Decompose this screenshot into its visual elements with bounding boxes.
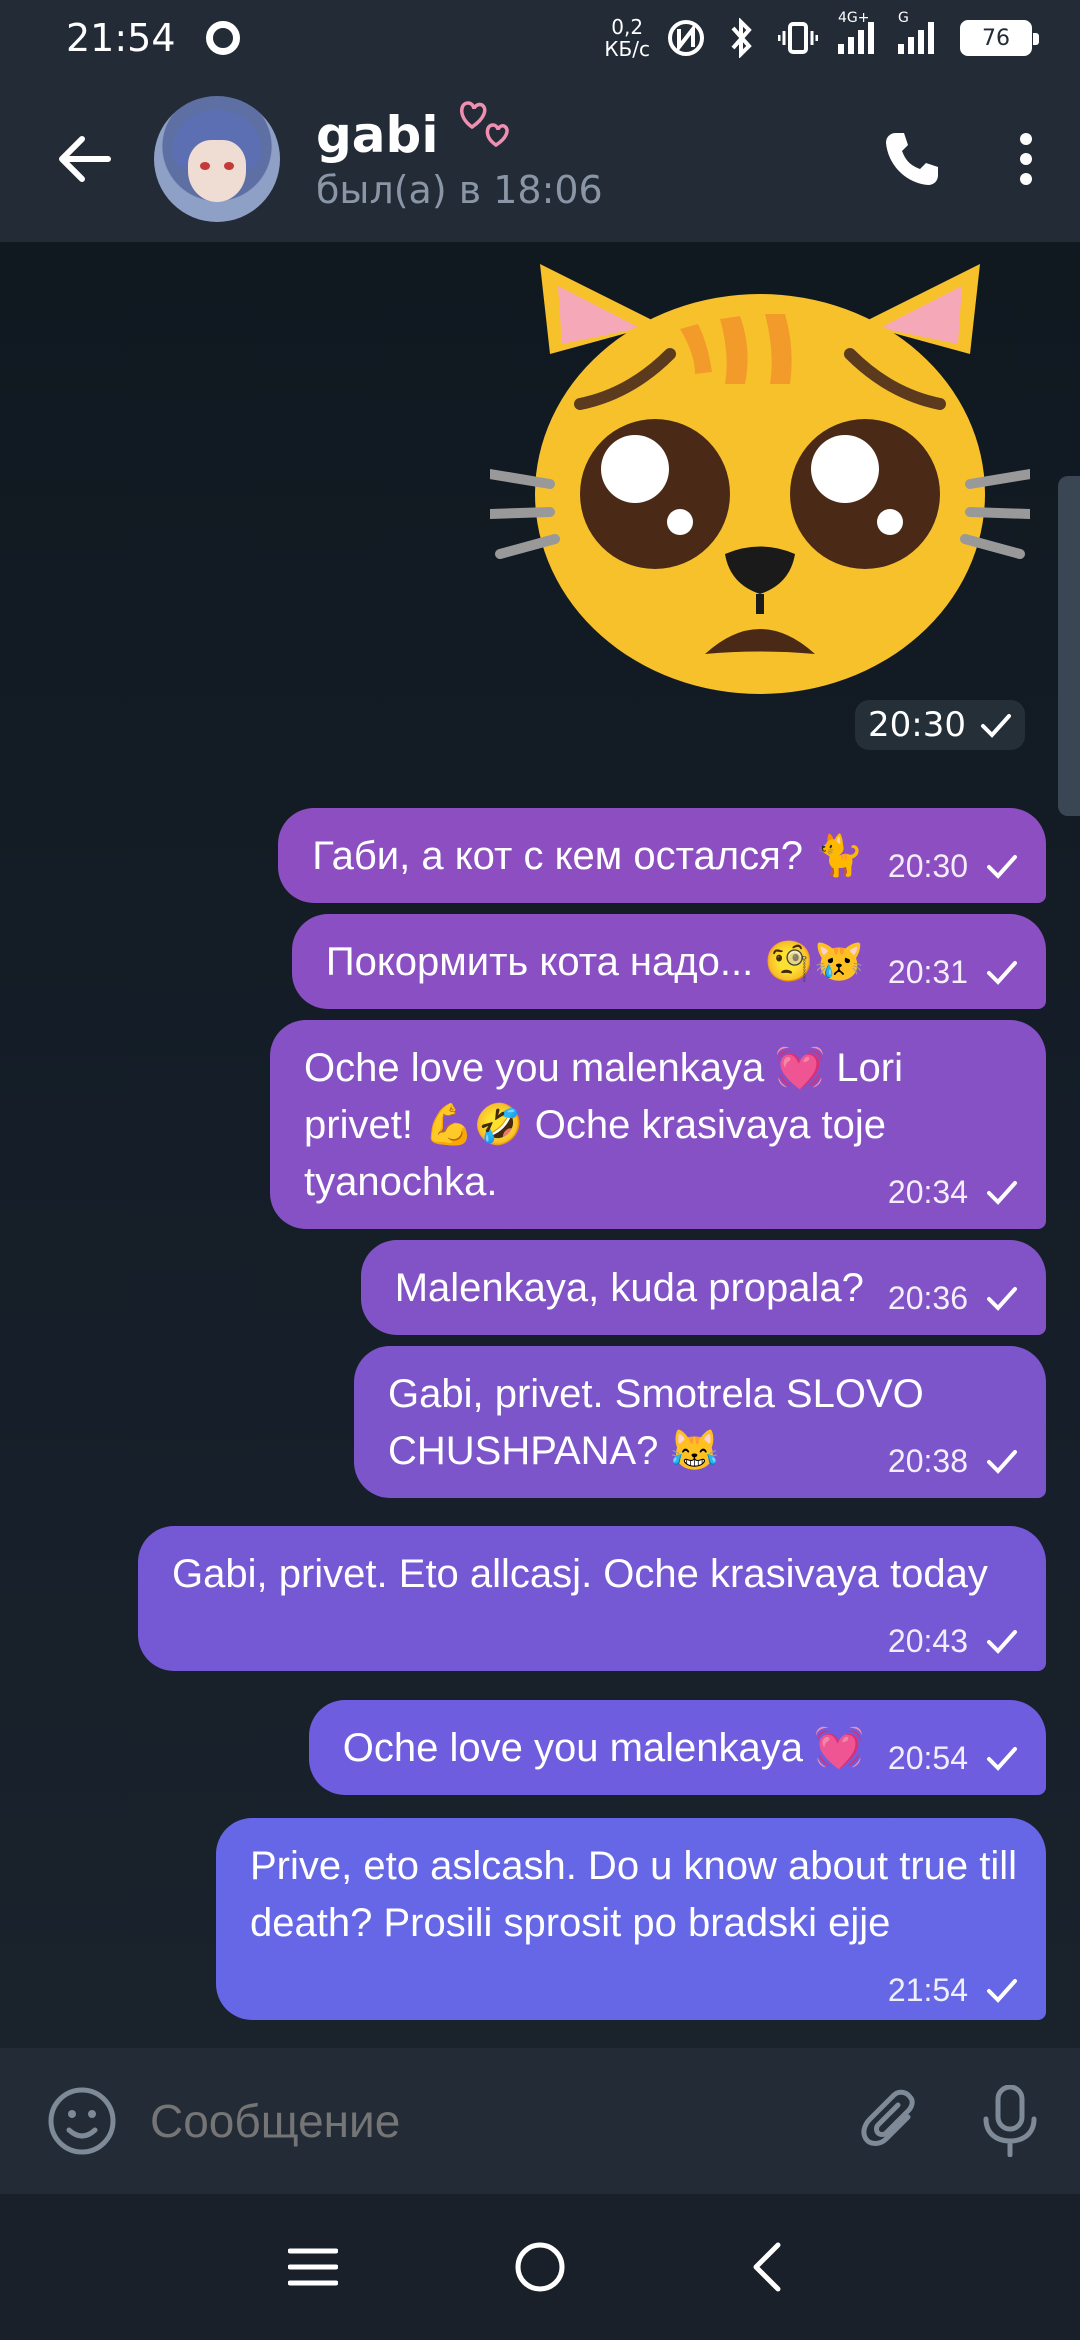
message-bubble[interactable]: Gabi, privet. Smotrela SLOVO CHUSHPANA? … [354, 1346, 1046, 1498]
message-meta: 20:43 [888, 1621, 1018, 1661]
message-bubble[interactable]: Oche love you malenkaya 💓 Lori privet! 💪… [270, 1020, 1046, 1229]
bluetooth-icon [722, 18, 762, 58]
pleading-cat-sticker[interactable] [490, 254, 1030, 724]
message-bubble[interactable]: Prive, eto aslcash. Do u know about true… [216, 1818, 1046, 2020]
mic-icon[interactable] [970, 2081, 1050, 2161]
network-speed: 0,2 КБ/с [604, 15, 650, 61]
check-icon [987, 1630, 1017, 1654]
message-composer [0, 2048, 1080, 2194]
message-bubble[interactable]: Покормить кота надо... 🧐😿 20:31 [291, 914, 1046, 1009]
phone-icon[interactable] [872, 119, 952, 199]
message-text: Габи, а кот с кем остался? 🐈 [312, 834, 864, 878]
message-meta: 20:30 [888, 846, 1018, 886]
signal-icon-4g: 4G+ [834, 10, 878, 58]
message-text: Gabi, privet. Smotrela SLOVO CHUSHPANA? … [388, 1372, 924, 1473]
message-text: Prive, eto aslcash. Do u know about true… [250, 1844, 1018, 1945]
message-text: Покормить кота надо... 🧐😿 [325, 940, 864, 984]
menu-icon[interactable] [268, 2222, 358, 2312]
check-icon [987, 1287, 1017, 1311]
message-bubble[interactable]: Malenkaya, kuda propala? 20:36 [360, 1240, 1046, 1335]
last-seen-status: был(а) в 18:06 [316, 168, 603, 212]
emoji-icon[interactable] [44, 2083, 120, 2159]
message-input[interactable] [150, 2094, 850, 2148]
message-meta: 20:34 [888, 1172, 1018, 1212]
back-nav-icon[interactable] [722, 2222, 812, 2312]
vibrate-icon [778, 18, 818, 58]
back-arrow-icon[interactable] [44, 119, 124, 199]
message-text: Gabi, privet. Eto allcasj. Oche krasivay… [172, 1552, 988, 1596]
message-meta: 20:38 [888, 1441, 1018, 1481]
check-icon [987, 1450, 1017, 1474]
message-meta: 20:54 [888, 1738, 1018, 1778]
hearts-icon [456, 99, 516, 161]
message-meta: 20:31 [888, 952, 1018, 992]
attach-icon[interactable] [850, 2081, 930, 2161]
chat-title-block[interactable]: gabi был(а) в 18:06 [316, 101, 603, 212]
check-icon [987, 855, 1017, 879]
chat-messages[interactable]: 20:30 Габи, а кот с кем остался? 🐈 20:30… [0, 242, 1080, 2048]
notification-ring-icon [205, 21, 240, 55]
message-bubble[interactable]: Oche love you malenkaya 💓 20:54 [308, 1700, 1046, 1795]
check-icon [987, 1181, 1017, 1205]
message-meta: 21:54 [888, 1970, 1018, 2010]
message-text: Oche love you malenkaya 💓 Lori privet! 💪… [304, 1046, 903, 1204]
chat-header: gabi был(а) в 18:06 [0, 76, 1080, 242]
check-icon [987, 1979, 1017, 2003]
home-icon[interactable] [495, 2222, 585, 2312]
chat-name: gabi [316, 101, 603, 164]
more-vert-icon[interactable] [996, 119, 1056, 199]
message-bubble[interactable]: Gabi, privet. Eto allcasj. Oche krasivay… [138, 1526, 1046, 1671]
status-icons: 0,2 КБ/с 4G+ G 76 [604, 10, 1039, 61]
message-meta: 20:36 [888, 1278, 1018, 1318]
nfc-icon [666, 18, 706, 58]
system-nav-bar [0, 2194, 1080, 2340]
scrollbar-handle[interactable] [1058, 476, 1080, 816]
check-icon [987, 1747, 1017, 1771]
avatar[interactable] [154, 96, 280, 222]
message-text: Oche love you malenkaya 💓 [342, 1726, 864, 1770]
battery-icon: 76 [960, 20, 1039, 56]
signal-icon-g: G [894, 10, 938, 58]
message-bubble[interactable]: Габи, а кот с кем остался? 🐈 20:30 [278, 808, 1046, 903]
status-time: 21:54 [66, 16, 176, 60]
message-text: Malenkaya, kuda propala? [394, 1266, 864, 1310]
status-bar: 21:54 0,2 КБ/с 4G+ G 76 [0, 0, 1080, 76]
sticker-timestamp: 20:30 [855, 700, 1025, 750]
check-icon [980, 714, 1011, 738]
check-icon [987, 961, 1017, 985]
